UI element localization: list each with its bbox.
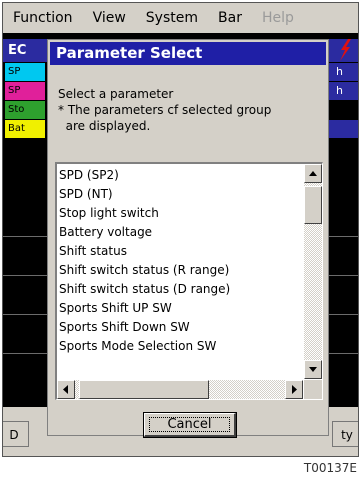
lightning-icon (340, 39, 351, 61)
right-row-3 (328, 120, 358, 138)
scrollbar-corner (304, 380, 322, 399)
bottom-button-right[interactable]: ty (332, 421, 358, 447)
list-item[interactable]: Stop light switch (59, 204, 159, 223)
side-row-4: Bat (5, 120, 45, 138)
horizontal-scrollbar[interactable] (57, 380, 303, 399)
bottom-button-left[interactable]: D (3, 421, 29, 447)
side-row-2: SP (5, 82, 45, 100)
cancel-button[interactable]: Cancel (143, 412, 237, 438)
arrow-up-icon (309, 171, 317, 176)
figure-code: T00137E (303, 461, 357, 475)
menu-function[interactable]: Function (3, 10, 83, 26)
side-row-1: SP (5, 63, 45, 81)
menu-view[interactable]: View (83, 10, 136, 26)
side-row-3: Sto (5, 101, 45, 119)
arrow-left-icon (63, 385, 68, 394)
horizontal-scroll-thumb[interactable] (79, 380, 209, 399)
parameter-select-dialog: Parameter Select Select a parameter * Th… (47, 39, 329, 438)
list-item[interactable]: Battery voltage (59, 223, 152, 242)
arrow-right-icon (292, 385, 297, 394)
device-screen: Function View System Bar Help EC SP SP S… (2, 2, 359, 457)
list-item[interactable]: Shift status (59, 242, 127, 261)
scroll-left-button[interactable] (57, 380, 75, 399)
menu-system[interactable]: System (136, 10, 208, 26)
vertical-scrollbar[interactable] (304, 164, 322, 379)
right-row-2: h (328, 82, 358, 100)
menu-bar: Function View System Bar Help (3, 3, 358, 33)
arrow-down-icon (309, 367, 317, 372)
dialog-message: Select a parameter * The parameters cf s… (58, 86, 328, 134)
scroll-right-button[interactable] (285, 380, 303, 399)
message-line-2: * The parameters cf selected group (58, 103, 272, 117)
parameter-list[interactable]: SPD (SP2) SPD (NT) Stop light switch Bat… (55, 162, 323, 400)
list-item[interactable]: Sports Shift UP SW (59, 299, 172, 318)
scroll-down-button[interactable] (304, 360, 322, 379)
scroll-up-button[interactable] (304, 164, 322, 183)
right-row-1: h (328, 63, 358, 81)
focus-rectangle (149, 417, 230, 432)
list-item[interactable]: Shift switch status (R range) (59, 261, 229, 280)
menu-help: Help (261, 10, 294, 26)
background-header-text: EC (8, 43, 27, 58)
list-item[interactable]: Sports Mode Selection SW (59, 337, 216, 356)
list-item[interactable]: SPD (SP2) (59, 166, 119, 185)
vertical-scroll-thumb[interactable] (304, 186, 322, 224)
message-line-3: are displayed. (58, 119, 151, 133)
menu-bar-item[interactable]: Bar (208, 10, 252, 26)
message-line-1: Select a parameter (58, 87, 174, 101)
list-item[interactable]: SPD (NT) (59, 185, 113, 204)
dialog-title: Parameter Select (50, 42, 326, 65)
list-item[interactable]: Shift switch status (D range) (59, 280, 230, 299)
list-item[interactable]: Sports Shift Down SW (59, 318, 190, 337)
